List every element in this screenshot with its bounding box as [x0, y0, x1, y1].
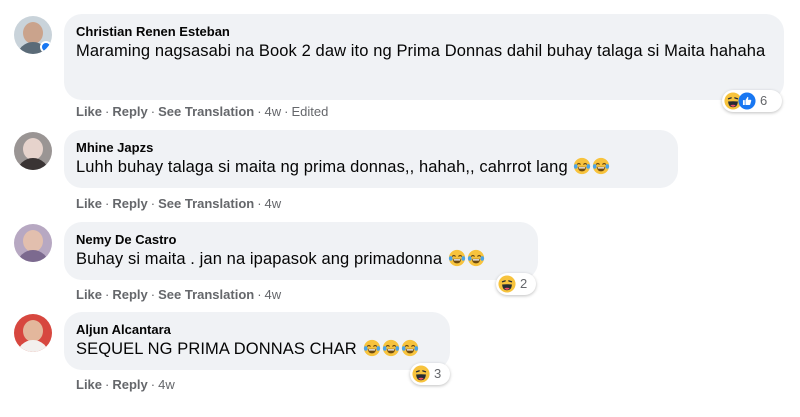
- comment-author[interactable]: Mhine Japzs: [76, 139, 666, 156]
- timestamp[interactable]: 4w: [265, 196, 282, 211]
- like-button[interactable]: Like: [76, 377, 102, 392]
- edited-label: Edited: [291, 104, 329, 119]
- comment-actions: Like · Reply · See Translation · 4w: [76, 287, 282, 302]
- like-button[interactable]: Like: [76, 196, 102, 211]
- comment-actions: Like · Reply · 4w: [76, 377, 175, 392]
- comment-actions: Like · Reply · See Translation · 4w · Edited: [76, 104, 329, 119]
- comment-text-content: Buhay si maita . jan na ipapasok ang pri…: [76, 250, 443, 268]
- laughing-crying-emoji-icon: [401, 339, 419, 357]
- laughing-crying-emoji-icon: [467, 249, 485, 267]
- laughing-crying-emoji-icon: [448, 249, 466, 267]
- haha-reaction-icon: [412, 365, 430, 383]
- comment-author[interactable]: Nemy De Castro: [76, 231, 526, 248]
- reaction-summary[interactable]: 3: [410, 363, 450, 385]
- timestamp[interactable]: 4w: [158, 377, 175, 392]
- timestamp[interactable]: 4w: [265, 104, 282, 119]
- reply-button[interactable]: Reply: [112, 287, 147, 302]
- reaction-count: 3: [434, 366, 442, 381]
- comment-bubble: Aljun Alcantara SEQUEL NG PRIMA DONNAS C…: [64, 312, 450, 370]
- reply-button[interactable]: Reply: [112, 104, 147, 119]
- comment-author[interactable]: Christian Renen Esteban: [76, 23, 772, 40]
- comment-actions: Like · Reply · See Translation · 4w: [76, 196, 282, 211]
- like-button[interactable]: Like: [76, 104, 102, 119]
- comment-text-content: SEQUEL NG PRIMA DONNAS CHAR: [76, 340, 357, 358]
- avatar[interactable]: [14, 314, 52, 352]
- comment-text: Luhh buhay talaga si maita ng prima donn…: [76, 156, 666, 178]
- reaction-count: 6: [760, 93, 768, 108]
- reaction-summary[interactable]: 6: [722, 90, 782, 112]
- laughing-crying-emoji-icon: [592, 157, 610, 175]
- laughing-crying-emoji-icon: [573, 157, 591, 175]
- like-reaction-icon: [738, 92, 756, 110]
- comment-bubble: Mhine Japzs Luhh buhay talaga si maita n…: [64, 130, 678, 188]
- timestamp[interactable]: 4w: [265, 287, 282, 302]
- avatar[interactable]: [14, 224, 52, 262]
- avatar[interactable]: [14, 16, 52, 54]
- like-button[interactable]: Like: [76, 287, 102, 302]
- reaction-count: 2: [520, 276, 528, 291]
- laughing-crying-emoji-icon: [382, 339, 400, 357]
- see-translation-button[interactable]: See Translation: [158, 196, 254, 211]
- reply-button[interactable]: Reply: [112, 377, 147, 392]
- verified-badge-icon: [40, 41, 52, 53]
- avatar[interactable]: [14, 132, 52, 170]
- see-translation-button[interactable]: See Translation: [158, 104, 254, 119]
- comment-author[interactable]: Aljun Alcantara: [76, 321, 438, 338]
- reply-button[interactable]: Reply: [112, 196, 147, 211]
- see-translation-button[interactable]: See Translation: [158, 287, 254, 302]
- comment-bubble: Christian Renen Esteban Maraming nagsasa…: [64, 14, 784, 100]
- comment-text: SEQUEL NG PRIMA DONNAS CHAR: [76, 338, 438, 360]
- reaction-summary[interactable]: 2: [496, 273, 536, 295]
- laughing-crying-emoji-icon: [363, 339, 381, 357]
- comment-text: Buhay si maita . jan na ipapasok ang pri…: [76, 248, 526, 270]
- comment-bubble: Nemy De Castro Buhay si maita . jan na i…: [64, 222, 538, 280]
- comment-text-content: Luhh buhay talaga si maita ng prima donn…: [76, 158, 568, 176]
- comment-text: Maraming nagsasabi na Book 2 daw ito ng …: [76, 42, 766, 60]
- haha-reaction-icon: [498, 275, 516, 293]
